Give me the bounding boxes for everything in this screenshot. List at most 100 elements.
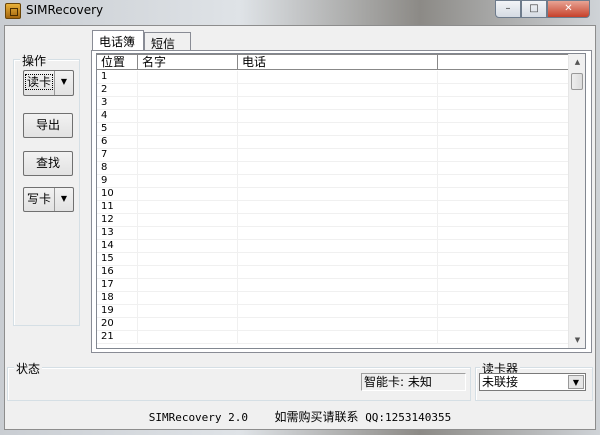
table-row[interactable]: 14 <box>97 240 569 253</box>
cell-position: 21 <box>97 331 138 344</box>
cell-position: 3 <box>97 97 138 110</box>
cell-position: 4 <box>97 110 138 123</box>
cell-position: 9 <box>97 175 138 188</box>
cell-empty <box>438 305 569 318</box>
cell-position: 11 <box>97 201 138 214</box>
cell-empty <box>438 123 569 136</box>
table-row[interactable]: 12 <box>97 214 569 227</box>
cell-phone <box>238 253 438 266</box>
cell-phone <box>238 97 438 110</box>
table-row[interactable]: 11 <box>97 201 569 214</box>
close-button[interactable]: ✕ <box>547 0 590 18</box>
cell-empty <box>438 266 569 279</box>
cell-empty <box>438 149 569 162</box>
cell-name <box>138 318 238 331</box>
cell-name <box>138 240 238 253</box>
cell-phone <box>238 227 438 240</box>
contact-text: 如需购买请联系 <box>274 410 359 424</box>
tab-sms[interactable]: 短信 <box>144 32 191 51</box>
client-area: 操作 读卡 ▼ 导出 查找 写卡 ▼ 电话簿 短信 位置 名字 电话 12345… <box>4 25 596 430</box>
cell-name <box>138 227 238 240</box>
table-row[interactable]: 4 <box>97 110 569 123</box>
cell-name <box>138 214 238 227</box>
table-row[interactable]: 8 <box>97 162 569 175</box>
cell-empty <box>438 279 569 292</box>
cell-name <box>138 201 238 214</box>
cell-position: 2 <box>97 84 138 97</box>
export-button[interactable]: 导出 <box>23 113 73 138</box>
cell-empty <box>438 318 569 331</box>
reader-value: 未联接 <box>482 375 519 389</box>
scroll-down-button[interactable]: ▼ <box>570 332 585 348</box>
cell-position: 14 <box>97 240 138 253</box>
operations-label: 操作 <box>20 52 49 69</box>
maximize-button[interactable]: □ <box>521 0 547 18</box>
minimize-button[interactable]: – <box>495 0 521 18</box>
app-icon <box>5 3 21 19</box>
column-empty[interactable] <box>438 54 569 70</box>
table-row[interactable]: 10 <box>97 188 569 201</box>
scroll-up-button[interactable]: ▲ <box>570 54 585 70</box>
chevron-down-icon[interactable]: ▼ <box>55 188 73 211</box>
version-text: SIMRecovery 2.0 <box>148 411 249 424</box>
read-card-button[interactable]: 读卡 ▼ <box>23 70 74 96</box>
cell-phone <box>238 305 438 318</box>
column-name[interactable]: 名字 <box>138 54 238 70</box>
cell-empty <box>438 240 569 253</box>
table-row[interactable]: 2 <box>97 84 569 97</box>
cell-empty <box>438 136 569 149</box>
column-position[interactable]: 位置 <box>97 54 138 70</box>
cell-position: 19 <box>97 305 138 318</box>
table-row[interactable]: 9 <box>97 175 569 188</box>
find-button[interactable]: 查找 <box>23 151 73 176</box>
cell-empty <box>438 97 569 110</box>
vertical-scrollbar[interactable]: ▲ ▼ <box>568 54 585 348</box>
scroll-thumb[interactable] <box>571 73 583 90</box>
table-row[interactable]: 7 <box>97 149 569 162</box>
chevron-down-icon[interactable]: ▼ <box>55 71 73 95</box>
cell-position: 6 <box>97 136 138 149</box>
write-card-button[interactable]: 写卡 ▼ <box>23 187 74 212</box>
table-row[interactable]: 20 <box>97 318 569 331</box>
table-row[interactable]: 1 <box>97 71 569 84</box>
cell-name <box>138 188 238 201</box>
cell-name <box>138 149 238 162</box>
cell-position: 15 <box>97 253 138 266</box>
table-row[interactable]: 17 <box>97 279 569 292</box>
cell-name <box>138 253 238 266</box>
table-row[interactable]: 5 <box>97 123 569 136</box>
table-row[interactable]: 3 <box>97 97 569 110</box>
column-phone[interactable]: 电话 <box>238 54 438 70</box>
reader-select[interactable]: 未联接 ▼ <box>479 373 586 391</box>
cell-name <box>138 266 238 279</box>
write-card-label: 写卡 <box>24 188 55 211</box>
table-row[interactable]: 21 <box>97 331 569 344</box>
cell-position: 17 <box>97 279 138 292</box>
window: SIMRecovery – □ ✕ 操作 读卡 ▼ 导出 查找 写卡 ▼ 电话簿… <box>0 0 600 435</box>
cell-phone <box>238 162 438 175</box>
cell-phone <box>238 110 438 123</box>
cell-empty <box>438 227 569 240</box>
table-row[interactable]: 16 <box>97 266 569 279</box>
table-row[interactable]: 19 <box>97 305 569 318</box>
cell-empty <box>438 292 569 305</box>
table-row[interactable]: 13 <box>97 227 569 240</box>
list-header: 位置 名字 电话 <box>97 54 569 70</box>
cell-position: 13 <box>97 227 138 240</box>
cell-position: 10 <box>97 188 138 201</box>
cell-phone <box>238 214 438 227</box>
chevron-down-icon[interactable]: ▼ <box>568 375 584 389</box>
contacts-list[interactable]: 位置 名字 电话 1 2 3 4 5 6 7 8 9 10 11 12 13 14 15 16 17 18 19 20… <box>96 53 586 349</box>
cell-phone <box>238 175 438 188</box>
table-row[interactable]: 18 <box>97 292 569 305</box>
tab-phonebook[interactable]: 电话簿 <box>92 30 144 51</box>
table-row[interactable]: 15 <box>97 253 569 266</box>
title-bar[interactable]: SIMRecovery – □ ✕ <box>0 0 600 22</box>
cell-name <box>138 97 238 110</box>
table-row[interactable]: 6 <box>97 136 569 149</box>
cell-phone <box>238 136 438 149</box>
cell-name <box>138 162 238 175</box>
cell-name <box>138 71 238 84</box>
cell-phone <box>238 331 438 344</box>
cell-phone <box>238 123 438 136</box>
